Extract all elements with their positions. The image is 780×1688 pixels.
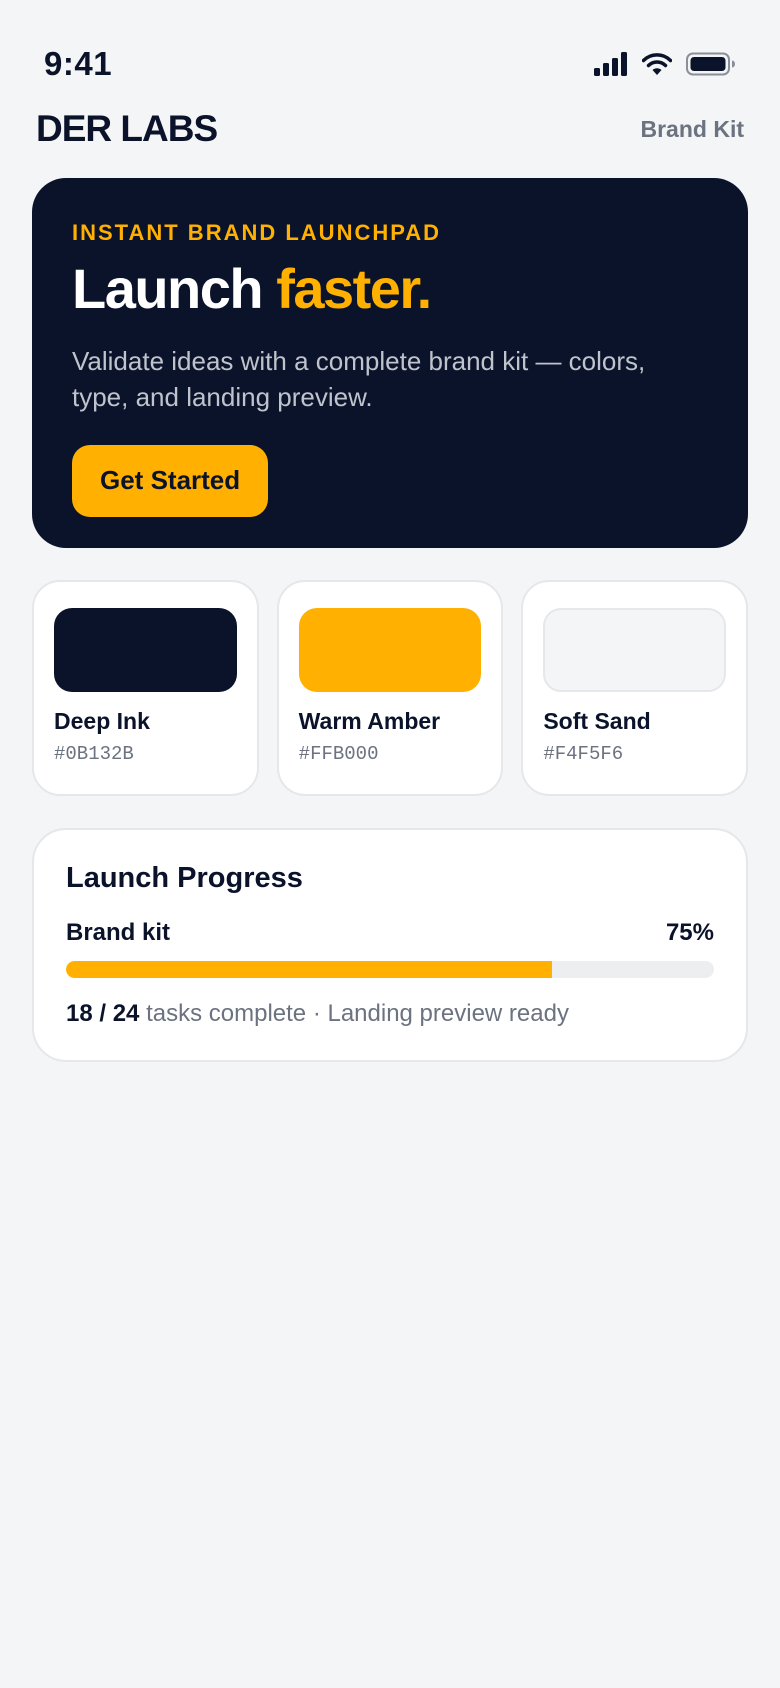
progress-meta: 18 / 24 tasks complete · Landing preview…	[66, 1000, 714, 1028]
status-icons	[594, 52, 736, 76]
swatch-hex: #FFB000	[298, 743, 379, 765]
swatch-name: Deep Ink	[54, 708, 150, 734]
swatch-name: Warm Amber	[298, 708, 441, 734]
hero-title: Launch faster.	[72, 257, 708, 320]
swatch-chip	[543, 608, 727, 692]
swatch-card-soft-sand[interactable]: Soft Sand #F4F5F6	[521, 580, 749, 796]
status-time: 9:41	[44, 45, 113, 82]
hero-title-accent: faster.	[276, 257, 432, 320]
progress-title: Launch Progress	[66, 862, 303, 894]
tasks-status-text: tasks complete · Landing preview ready	[146, 1000, 569, 1027]
status-bar: 9:41	[44, 42, 736, 86]
wifi-icon	[642, 52, 672, 76]
progress-row: Brand kit 75%	[66, 919, 714, 947]
get-started-button[interactable]: Get Started	[72, 444, 269, 517]
brand-kit-link[interactable]: Brand Kit	[641, 116, 745, 143]
swatch-hex: #F4F5F6	[543, 743, 624, 765]
tasks-count: 18 / 24	[66, 1000, 140, 1027]
hero-eyebrow: INSTANT BRAND LAUNCHPAD	[72, 220, 442, 245]
hero-card: INSTANT BRAND LAUNCHPAD Launch faster. V…	[32, 178, 748, 548]
brand-logo: DER LABS	[36, 108, 218, 149]
launch-progress-card: Launch Progress Brand kit 75% 18 / 24 ta…	[32, 828, 748, 1062]
battery-icon	[686, 52, 736, 76]
swatch-card-warm-amber[interactable]: Warm Amber #FFB000	[276, 580, 504, 796]
progress-percent: 75%	[665, 919, 714, 946]
hero-description: Validate ideas with a complete brand kit…	[72, 345, 646, 412]
app-header: DER LABS Brand Kit	[36, 104, 744, 154]
swatch-hex: #0B132B	[54, 743, 134, 765]
cellular-signal-icon	[594, 52, 628, 76]
swatch-chip	[298, 608, 482, 692]
progress-bar	[66, 961, 714, 978]
progress-label: Brand kit	[66, 919, 171, 946]
swatch-name: Soft Sand	[543, 708, 651, 734]
swatch-card-deep-ink[interactable]: Deep Ink #0B132B	[32, 580, 259, 796]
swatch-chip	[54, 608, 237, 692]
hero-title-main: Launch	[72, 257, 264, 320]
progress-bar-fill	[66, 961, 552, 978]
color-swatches: Deep Ink #0B132B Warm Amber #FFB000 Soft…	[32, 580, 749, 796]
